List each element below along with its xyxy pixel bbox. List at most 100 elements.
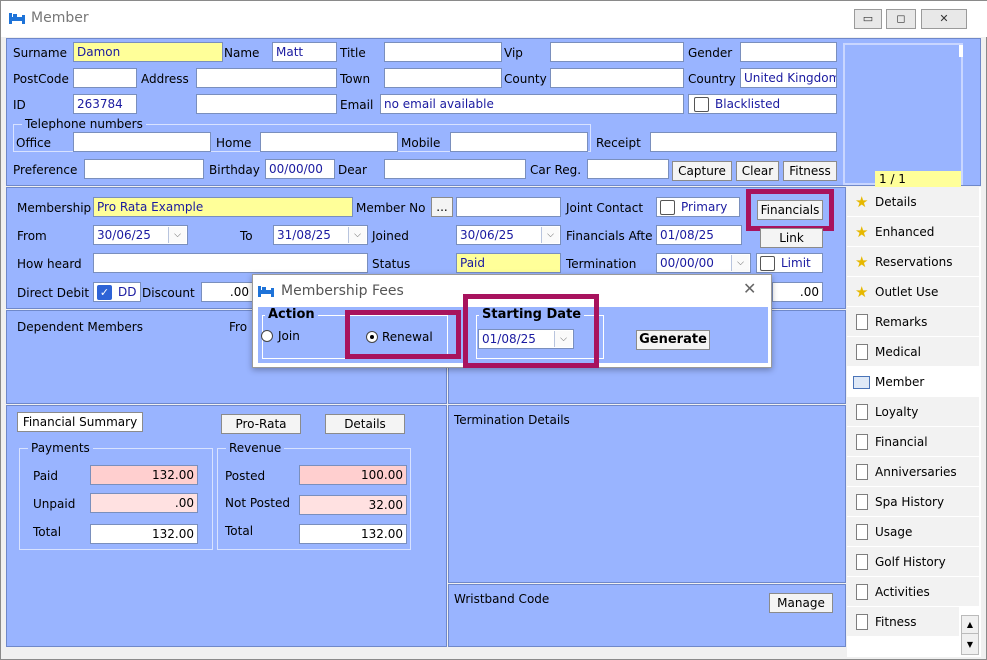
financial-summary-tab[interactable]: Financial Summary: [17, 412, 143, 432]
star-icon: ★: [855, 253, 869, 271]
sidebar-item-details[interactable]: ★ Details: [847, 187, 979, 217]
capture-button[interactable]: Capture: [672, 161, 732, 181]
minimize-button[interactable]: ▭: [854, 9, 882, 29]
from-date-field[interactable]: 30/06/25 ⌵: [93, 225, 188, 245]
to-date-value: 31/08/25: [277, 228, 331, 242]
town-field[interactable]: [384, 68, 502, 88]
vip-field[interactable]: [550, 42, 684, 62]
sidebar-scrollbar[interactable]: ▲ ▼: [961, 615, 979, 655]
scroll-up-icon[interactable]: ▲: [962, 616, 978, 634]
action-group-label: Action: [265, 308, 318, 322]
memberno-lookup-button[interactable]: ...: [431, 197, 453, 217]
telephone-group-label: Telephone numbers: [22, 117, 146, 131]
sidebar-item-financial[interactable]: Financial: [847, 427, 979, 457]
join-radio[interactable]: [261, 330, 273, 342]
primary-label: Primary: [681, 200, 728, 214]
pro-rata-button[interactable]: Pro-Rata: [221, 414, 301, 434]
page-icon: [856, 494, 868, 510]
postcode-field[interactable]: [73, 68, 137, 88]
receipt-field[interactable]: [650, 132, 837, 152]
dear-field[interactable]: [384, 159, 526, 179]
sidebar-item-golf-history[interactable]: Golf History: [847, 547, 979, 577]
blacklisted-checkbox[interactable]: [694, 97, 709, 112]
gender-field[interactable]: [740, 42, 837, 62]
home-phone-field[interactable]: [260, 132, 398, 152]
joined-date-field[interactable]: 30/06/25 ⌵: [456, 225, 561, 245]
link-button[interactable]: Link: [760, 228, 823, 248]
address-line2-field[interactable]: [196, 94, 337, 114]
fitness-button[interactable]: Fitness: [783, 161, 837, 181]
mobile-phone-field[interactable]: [450, 132, 588, 152]
sidebar-item-usage[interactable]: Usage: [847, 517, 979, 547]
sidebar-item-activities[interactable]: Activities: [847, 577, 979, 607]
status-field[interactable]: Paid: [456, 253, 561, 273]
sidebar-item-label: Outlet Use: [875, 285, 939, 299]
sidebar-item-label: Activities: [875, 585, 930, 599]
bed-icon: [9, 13, 25, 24]
sidebar-item-enhanced[interactable]: ★ Enhanced: [847, 217, 979, 247]
manage-button[interactable]: Manage: [769, 593, 833, 613]
chevron-down-icon[interactable]: ⌵: [348, 227, 366, 243]
sidebar-item-remarks[interactable]: Remarks: [847, 307, 979, 337]
joint-contact-label: Joint Contact: [566, 201, 644, 215]
how-heard-field[interactable]: [93, 253, 368, 273]
name-field[interactable]: Matt: [272, 42, 337, 62]
financials-after-field[interactable]: 01/08/25: [656, 225, 742, 245]
id-field[interactable]: 263784: [73, 94, 137, 114]
discount-field[interactable]: .00: [201, 282, 253, 302]
to-date-field[interactable]: 31/08/25 ⌵: [273, 225, 368, 245]
dear-label: Dear: [338, 163, 367, 177]
birthday-field[interactable]: 00/00/00: [265, 159, 335, 179]
termination-label: Termination: [566, 257, 637, 271]
scroll-down-icon[interactable]: ▼: [962, 636, 978, 654]
address-line1-field[interactable]: [196, 68, 337, 88]
carreg-field[interactable]: [587, 159, 669, 179]
sidebar-item-label: Financial: [875, 435, 928, 449]
memberno-field[interactable]: [456, 197, 561, 217]
email-field[interactable]: no email available: [380, 94, 684, 114]
close-icon[interactable]: ✕: [743, 281, 756, 297]
member-details-panel: Surname Damon Name Matt Title Vip Gender…: [6, 38, 981, 187]
sidebar-item-spa-history[interactable]: Spa History: [847, 487, 979, 517]
close-window-button[interactable]: ✕: [921, 9, 967, 29]
sidebar-item-label: Spa History: [875, 495, 945, 509]
sidebar-item-member[interactable]: Member: [847, 367, 979, 397]
wristband-panel: Wristband Code Manage: [448, 584, 846, 647]
sidebar-item-anniversaries[interactable]: Anniversaries: [847, 457, 979, 487]
limit-label: Limit: [781, 256, 811, 270]
membership-field[interactable]: Pro Rata Example: [93, 197, 353, 217]
maximize-button[interactable]: ◻: [886, 9, 916, 29]
membership-amount-field[interactable]: .00: [772, 282, 823, 302]
preference-field[interactable]: [84, 159, 204, 179]
star-icon: ★: [855, 193, 869, 211]
sidebar-item-loyalty[interactable]: Loyalty: [847, 397, 979, 427]
sidebar-item-reservations[interactable]: ★ Reservations: [847, 247, 979, 277]
chevron-down-icon[interactable]: ⌵: [731, 255, 749, 271]
direct-debit-label: Direct Debit: [17, 286, 90, 300]
chevron-down-icon[interactable]: ⌵: [168, 227, 186, 243]
page-icon: [856, 554, 868, 570]
sidebar-item-medical[interactable]: Medical: [847, 337, 979, 367]
dialog-body: Action Join Renewal Starting Date 01/08/…: [258, 294, 768, 368]
clear-button[interactable]: Clear: [736, 161, 779, 181]
dd-checkbox[interactable]: ✓: [97, 285, 112, 300]
joined-date-value: 30/06/25: [460, 228, 514, 242]
sidebar-item-fitness[interactable]: Fitness: [847, 607, 959, 637]
sidebar-item-label: Remarks: [875, 315, 928, 329]
page-icon: [856, 344, 868, 360]
generate-button[interactable]: Generate: [636, 330, 710, 350]
sidebar-item-outlet-use[interactable]: ★ Outlet Use: [847, 277, 979, 307]
unpaid-field: .00: [90, 493, 198, 513]
office-phone-field[interactable]: [73, 132, 211, 152]
chevron-down-icon[interactable]: ⌵: [541, 227, 559, 243]
title-field[interactable]: [384, 42, 502, 62]
termination-date-field[interactable]: 00/00/00 ⌵: [656, 253, 751, 273]
details-button[interactable]: Details: [325, 414, 405, 434]
primary-checkbox[interactable]: [660, 200, 675, 215]
page-icon: [856, 584, 868, 600]
surname-field[interactable]: Damon: [73, 42, 223, 62]
country-field[interactable]: United Kingdom: [740, 68, 837, 88]
member-photo[interactable]: 1 / 1: [843, 43, 963, 187]
county-field[interactable]: [550, 68, 684, 88]
limit-checkbox[interactable]: [760, 256, 775, 271]
